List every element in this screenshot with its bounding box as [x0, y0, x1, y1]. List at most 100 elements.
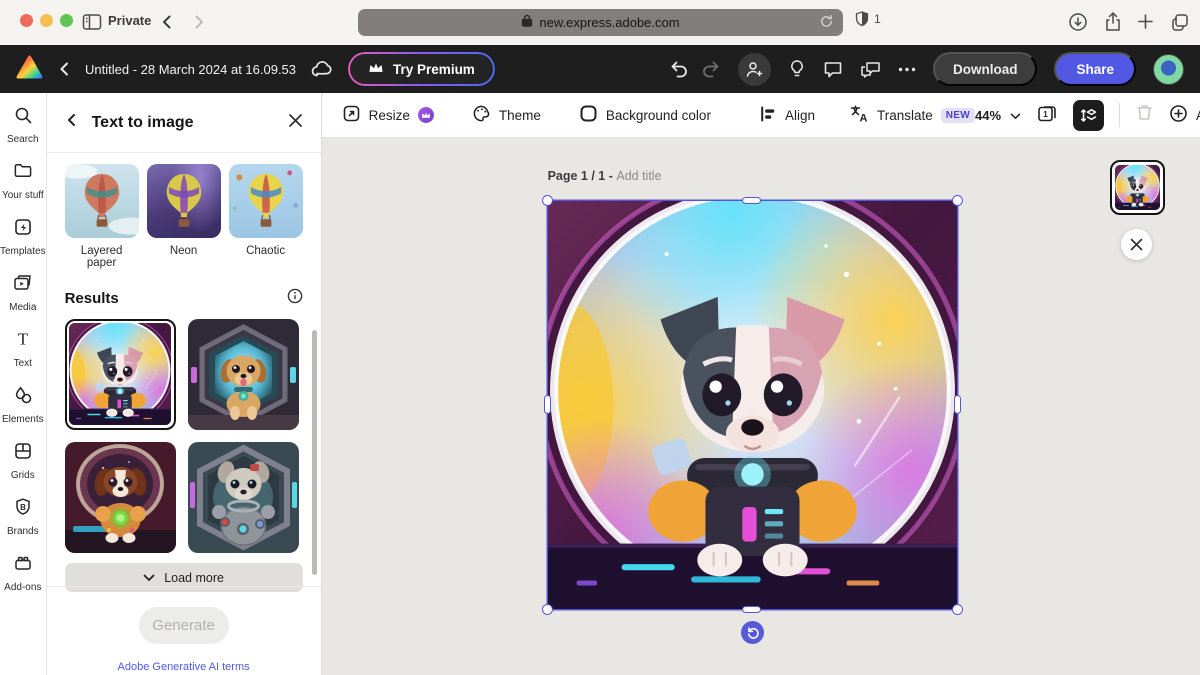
zoom-level-control[interactable]: 44%: [975, 108, 1021, 123]
resize-handle-bottom[interactable]: [742, 606, 762, 613]
plus-circle-icon: [1169, 104, 1188, 126]
express-app-header: Untitled - 28 March 2024 at 16.09.53 Try…: [0, 45, 1200, 93]
result-image-1-selected[interactable]: [64, 319, 176, 430]
content-blocker-indicator[interactable]: 1: [855, 11, 881, 27]
addon-brick-icon: [13, 553, 33, 578]
style-option-layered-paper[interactable]: Layered paper: [64, 164, 139, 269]
user-avatar[interactable]: [1153, 53, 1184, 85]
share-icon[interactable]: [1103, 11, 1123, 32]
sidebar-item-media[interactable]: Media: [0, 265, 46, 321]
sidebar-toggle-icon[interactable]: [82, 13, 102, 31]
try-premium-label: Try Premium: [393, 61, 475, 77]
style-presets: Layered paper Neon Chaotic: [47, 153, 321, 269]
url-text: new.express.adobe.com: [539, 15, 680, 30]
align-button[interactable]: Align: [759, 105, 815, 126]
window-zoom-button[interactable]: [60, 14, 73, 27]
theme-button[interactable]: Theme: [472, 104, 541, 126]
page-indicator: Page 1 / 1 - Add title: [547, 169, 662, 183]
result-image-3[interactable]: [64, 442, 176, 553]
back-to-home-icon[interactable]: [57, 61, 71, 77]
reload-icon[interactable]: [819, 14, 834, 34]
document-title[interactable]: Untitled - 28 March 2024 at 16.09.53: [85, 62, 296, 77]
sidebar-item-text[interactable]: T Text: [0, 321, 46, 377]
adobe-express-logo[interactable]: [16, 55, 43, 84]
result-image-2[interactable]: [187, 319, 299, 430]
toolbar-divider: [1119, 103, 1121, 127]
sidebar-item-grids[interactable]: Grids: [0, 433, 46, 489]
svg-text:B: B: [20, 503, 26, 512]
pages-icon[interactable]: 1: [1036, 103, 1058, 128]
neon-thumbnail: [146, 164, 221, 238]
results-heading: Results: [64, 290, 119, 307]
resize-handle-bottom-left[interactable]: [541, 604, 553, 615]
resize-handle-left[interactable]: [543, 395, 551, 414]
rotate-handle[interactable]: [740, 621, 764, 644]
sidebar-item-search[interactable]: Search: [0, 97, 46, 153]
invite-people-icon[interactable]: [737, 52, 771, 86]
downloads-icon[interactable]: [1068, 12, 1088, 32]
generate-button[interactable]: Generate: [138, 607, 229, 644]
address-bar[interactable]: new.express.adobe.com: [358, 9, 843, 36]
style-option-neon[interactable]: Neon: [146, 164, 221, 269]
canvas-viewport[interactable]: Page 1 / 1 - Add title: [322, 138, 1200, 675]
browser-back-icon[interactable]: [158, 13, 176, 31]
comment-icon[interactable]: [823, 60, 843, 79]
crown-icon: [368, 61, 384, 77]
lock-icon: [521, 14, 533, 32]
download-button[interactable]: Download: [932, 52, 1038, 86]
window-minimize-button[interactable]: [40, 14, 53, 27]
window-close-button[interactable]: [20, 14, 33, 27]
resize-handle-top-left[interactable]: [541, 195, 553, 206]
sidebar-item-your-stuff[interactable]: Your stuff: [0, 153, 46, 209]
new-feature-badge: NEW: [940, 107, 975, 123]
panel-back-icon[interactable]: [65, 113, 78, 132]
template-icon: [13, 217, 33, 242]
add-title-placeholder[interactable]: Add title: [616, 169, 661, 183]
browser-chrome: Private new.express.adobe.com 1: [0, 0, 1200, 45]
browser-forward-icon[interactable]: [190, 13, 208, 31]
layers-button-active[interactable]: [1073, 99, 1105, 131]
resize-button[interactable]: Resize: [342, 104, 434, 126]
cloud-sync-icon: [310, 60, 334, 79]
resize-handle-top-right[interactable]: [951, 195, 963, 206]
add-page-button[interactable]: Add: [1169, 104, 1200, 126]
background-color-swatch-icon: [579, 104, 598, 126]
align-left-icon: [759, 105, 777, 126]
chat-threads-icon[interactable]: [860, 60, 881, 79]
background-color-button[interactable]: Background color: [579, 104, 711, 126]
panel-title: Text to image: [91, 113, 194, 131]
resize-handle-right[interactable]: [953, 395, 961, 414]
result-image-4[interactable]: [187, 442, 299, 553]
info-icon[interactable]: [287, 288, 303, 309]
redo-icon[interactable]: [701, 60, 721, 79]
tab-overview-icon[interactable]: [1170, 12, 1190, 32]
style-option-chaotic[interactable]: Chaotic: [228, 164, 303, 269]
resize-handle-top[interactable]: [742, 197, 762, 204]
lightbulb-icon[interactable]: [788, 59, 806, 79]
svg-text:1: 1: [1043, 109, 1048, 119]
sidebar-item-brands[interactable]: B Brands: [0, 489, 46, 545]
folder-icon: [13, 161, 33, 186]
close-selection-button[interactable]: [1120, 229, 1152, 260]
more-options-icon[interactable]: [898, 67, 916, 72]
sidebar-item-elements[interactable]: Elements: [0, 377, 46, 433]
new-tab-icon[interactable]: [1137, 13, 1154, 30]
sidebar-item-add-ons[interactable]: Add-ons: [0, 545, 46, 601]
share-button[interactable]: Share: [1054, 52, 1136, 86]
resize-handle-bottom-right[interactable]: [951, 604, 963, 615]
selected-generated-image[interactable]: [541, 195, 963, 615]
text-to-image-panel: Text to image Layered paper Neon Chaotic…: [46, 93, 322, 675]
sidebar-item-templates[interactable]: Templates: [0, 209, 46, 265]
results-grid: [47, 319, 322, 553]
generative-ai-terms-link[interactable]: Adobe Generative AI terms: [47, 661, 321, 673]
panel-close-icon[interactable]: [288, 113, 303, 133]
theme-palette-icon: [472, 104, 491, 126]
brand-shield-icon: B: [13, 497, 33, 522]
page-thumbnail[interactable]: [1109, 160, 1165, 215]
panel-scrollbar[interactable]: [311, 330, 317, 575]
try-premium-button[interactable]: Try Premium: [348, 52, 495, 86]
private-browsing-label: Private: [108, 13, 152, 28]
translate-button[interactable]: A Translate NEW: [849, 104, 975, 126]
chevron-down-icon: [1010, 108, 1021, 123]
undo-icon[interactable]: [669, 60, 689, 79]
